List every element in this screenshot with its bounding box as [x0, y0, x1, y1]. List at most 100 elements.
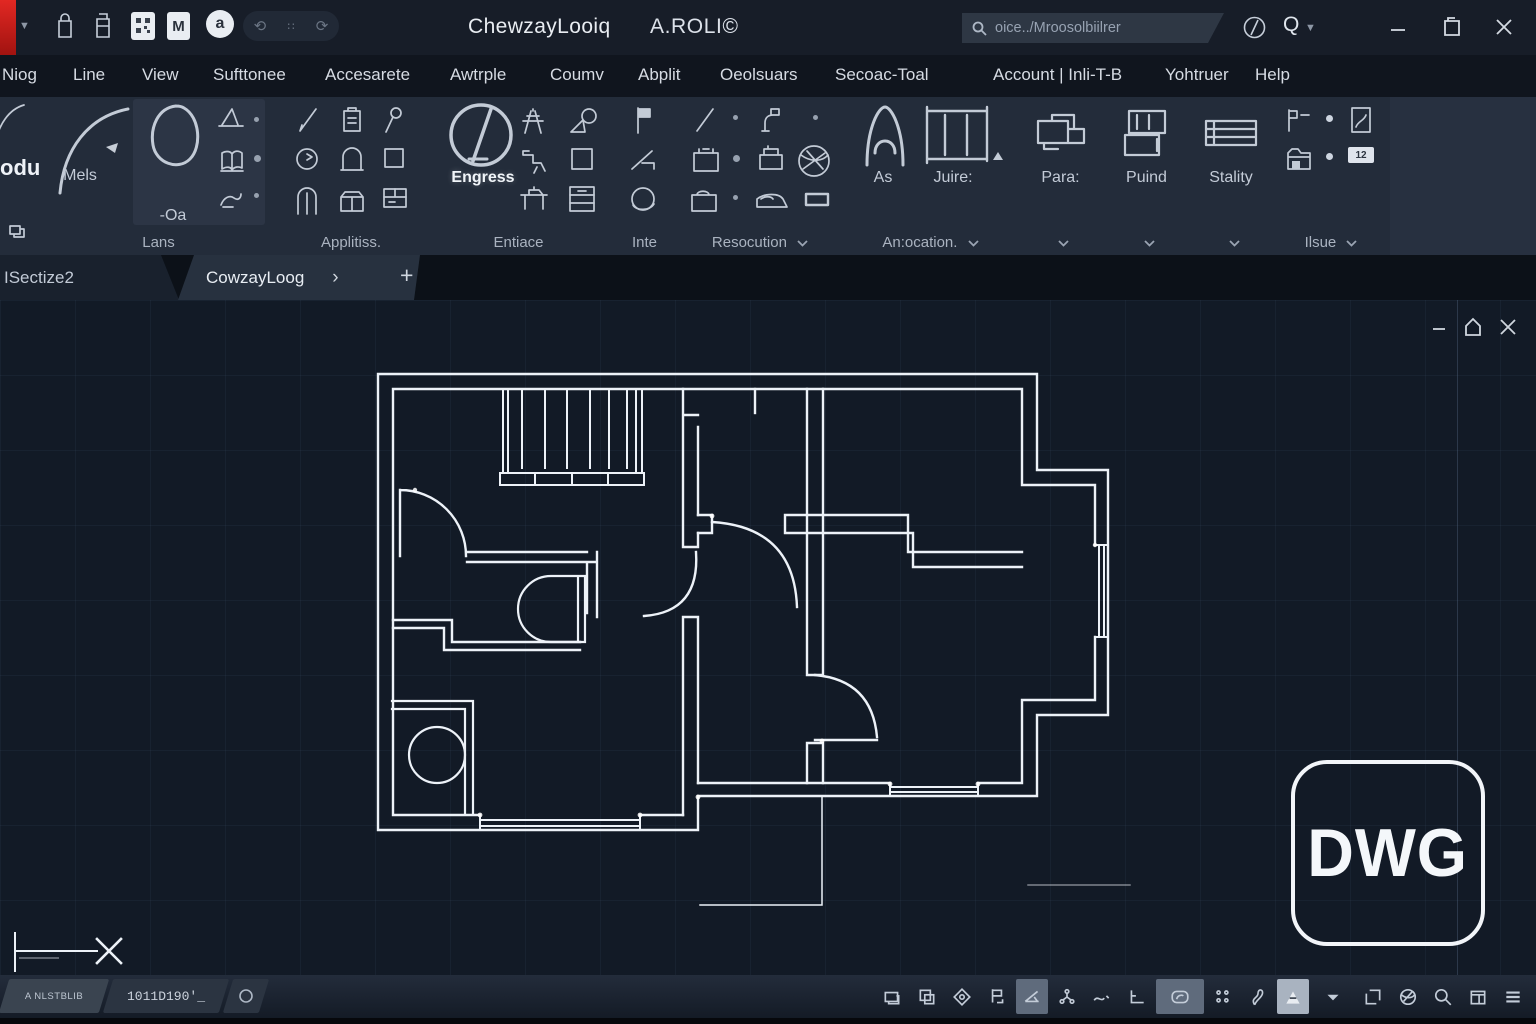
cut-button-label[interactable]: odu — [0, 155, 40, 181]
arch-icon[interactable] — [339, 145, 365, 178]
status-left-segment[interactable]: A NLSTBLIB — [0, 979, 109, 1013]
small-slab-icon[interactable] — [803, 191, 831, 214]
app-logo[interactable] — [0, 0, 16, 55]
zoom-search-button[interactable] — [1427, 979, 1459, 1014]
globe-tools-icon[interactable] — [793, 141, 835, 186]
table-saw-icon[interactable] — [517, 183, 551, 220]
chevron-down-icon[interactable] — [1144, 234, 1155, 251]
viewport-minimize-icon[interactable] — [1430, 318, 1448, 341]
status-dropdown-caret[interactable] — [1312, 979, 1354, 1014]
qr-icon[interactable] — [131, 12, 155, 40]
arc-tool-icon[interactable] — [54, 101, 138, 204]
redo-icon[interactable]: ⟳ — [316, 17, 329, 35]
wave-button[interactable] — [1086, 979, 1118, 1014]
elevation-button[interactable] — [1277, 979, 1309, 1014]
printer-icon[interactable] — [94, 11, 112, 46]
panel-label-stality[interactable] — [1190, 234, 1272, 251]
layers-button[interactable] — [911, 979, 943, 1014]
bag-icon[interactable] — [55, 11, 75, 46]
triangle-tool-icon[interactable] — [218, 105, 244, 136]
basket-icon[interactable] — [687, 185, 723, 222]
circle-tool-icon[interactable] — [142, 101, 208, 182]
book-tool-icon[interactable] — [218, 147, 246, 180]
q-dropdown-caret-icon[interactable]: ▼ — [1305, 22, 1316, 34]
table-tool-icon[interactable] — [919, 101, 997, 176]
search-input[interactable]: oice../Mroosolbiilrer — [962, 13, 1224, 43]
stacked-boxes-icon[interactable] — [1119, 105, 1175, 166]
window-layout-button[interactable] — [1462, 979, 1494, 1014]
hamburger-menu-button[interactable] — [1497, 979, 1529, 1014]
more-dots-icon[interactable]: ∷ — [288, 20, 295, 33]
status-coords-segment[interactable]: 1011D190'_ — [103, 979, 229, 1013]
status-circle-segment[interactable] — [223, 979, 269, 1013]
chevron-down-icon[interactable] — [1229, 234, 1240, 251]
badge-12-icon[interactable]: 12 — [1348, 147, 1374, 163]
minimize-button[interactable] — [1388, 16, 1408, 43]
easel-icon[interactable] — [517, 107, 549, 142]
folder-icon[interactable] — [1284, 145, 1314, 178]
tab-chevron-icon[interactable]: › — [332, 267, 338, 289]
cabinet-icon[interactable] — [565, 183, 599, 220]
panel-label-applitiss[interactable]: Applitiss. — [277, 234, 425, 251]
object-snap-branch-button[interactable] — [1051, 979, 1083, 1014]
para-label[interactable]: Para: — [1018, 169, 1103, 187]
flag-icon[interactable] — [630, 105, 658, 140]
menu-item-view[interactable]: View — [142, 65, 179, 85]
snap-button[interactable] — [981, 979, 1013, 1014]
machine-icon[interactable] — [1032, 107, 1090, 164]
menu-item-oeolsuars[interactable]: Oeolsuars — [720, 65, 797, 85]
tab-cowzayloog-active[interactable]: CowzayLoog › — [178, 255, 420, 300]
flag-dash-icon[interactable] — [1284, 107, 1314, 138]
panel-launcher-icon[interactable] — [8, 223, 26, 244]
grid-dots-button[interactable] — [1207, 979, 1239, 1014]
menu-item-awtrple[interactable]: Awtrple — [450, 65, 506, 85]
menu-item-abplit[interactable]: Abplit — [638, 65, 681, 85]
circle-tool-label[interactable]: -Oa — [138, 207, 208, 225]
slope-tracking-button[interactable] — [1016, 979, 1048, 1014]
frame-corner-button[interactable] — [1357, 979, 1389, 1014]
puind-label[interactable]: Puind — [1103, 169, 1190, 187]
viewport-close-icon[interactable] — [1498, 317, 1518, 342]
square-frame-icon[interactable] — [567, 145, 597, 178]
arch-a-tool-icon[interactable] — [861, 103, 909, 174]
panel-label-para[interactable] — [1018, 234, 1103, 251]
sketch-circle-icon[interactable] — [626, 183, 660, 222]
menu-item-sufttonee[interactable]: Sufttonee — [213, 65, 286, 85]
menu-item-coumv[interactable]: Coumv — [550, 65, 604, 85]
panel-label-anocation[interactable]: An:ocation. — [843, 234, 1018, 251]
box-lid-icon[interactable] — [755, 141, 787, 180]
panel-label-resocution[interactable]: Resocution — [677, 234, 843, 251]
panel-label-entiace[interactable]: Entiace — [425, 234, 612, 251]
clipboard-icon[interactable] — [339, 105, 365, 140]
new-tab-button[interactable]: + — [400, 262, 413, 289]
undo-icon[interactable]: ⟲ — [254, 17, 267, 35]
rectangle-icon[interactable] — [381, 145, 407, 176]
dynamic-input-button[interactable] — [1156, 979, 1204, 1014]
stality-label[interactable]: Stality — [1190, 169, 1272, 187]
no-entry-tool-icon[interactable] — [443, 99, 519, 180]
scribble-tool-icon[interactable] — [218, 189, 244, 216]
help-q-button[interactable]: Q — [1283, 13, 1299, 37]
chevron-down-icon[interactable] — [1058, 234, 1069, 251]
panel-label-lans[interactable]: Lans — [40, 234, 277, 251]
menu-item-line[interactable]: Line — [73, 65, 105, 85]
model-space-button[interactable] — [876, 979, 908, 1014]
pen-line-icon[interactable] — [295, 105, 321, 140]
menu-item-niog[interactable]: Niog — [2, 65, 37, 85]
menu-item-help[interactable]: Help — [1255, 65, 1290, 85]
pen-stroke-icon[interactable] — [692, 105, 718, 140]
sheet-set-button[interactable] — [1392, 979, 1424, 1014]
close-button[interactable] — [1493, 16, 1515, 43]
pin-icon[interactable] — [381, 105, 407, 140]
maximize-button[interactable] — [1441, 16, 1463, 43]
ortho-angle-button[interactable] — [1121, 979, 1153, 1014]
isometric-view-button[interactable] — [946, 979, 978, 1014]
rotate-circle-icon[interactable] — [293, 145, 321, 178]
panel-label-ilsue[interactable]: Ilsue — [1272, 234, 1390, 251]
arc-tool-label[interactable]: Mels — [48, 167, 112, 185]
menu-item-secoac[interactable]: Secoac-Toal — [835, 65, 929, 85]
drawing-canvas[interactable]: DWG — [0, 300, 1536, 975]
chevron-down-icon[interactable] — [797, 234, 808, 251]
m-app-icon[interactable]: M — [167, 12, 190, 40]
shelf-icon[interactable] — [1200, 111, 1262, 160]
